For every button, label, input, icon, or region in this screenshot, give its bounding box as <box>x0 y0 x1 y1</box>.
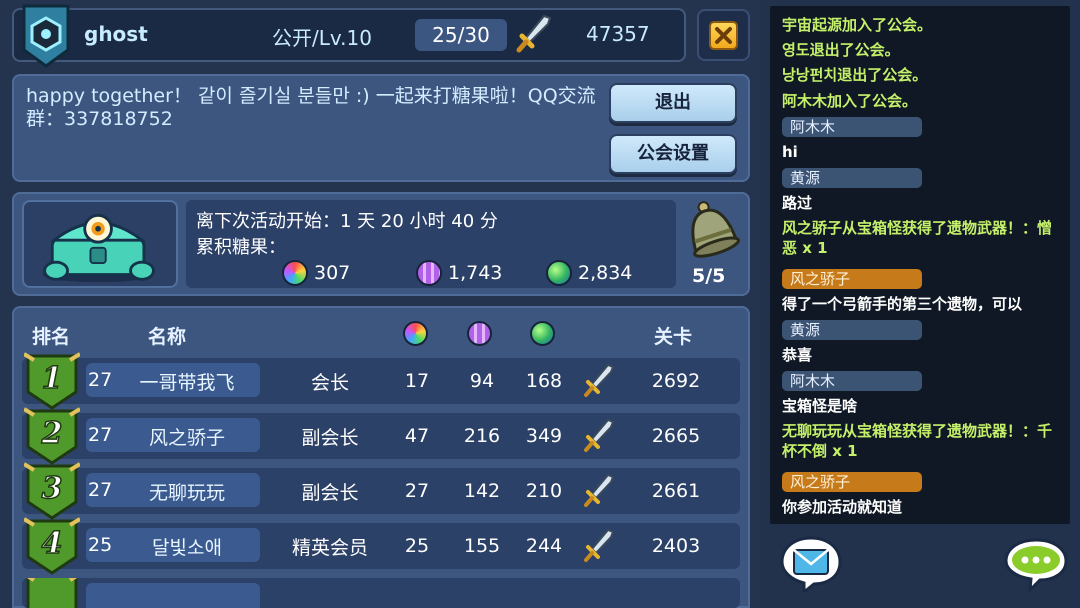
rank-badge-icon <box>26 578 78 608</box>
sword-icon <box>584 418 615 452</box>
chat-message: hi <box>782 143 798 161</box>
green-candy-count: 349 <box>525 425 563 447</box>
chat-sender-name[interactable]: 阿木木 <box>782 371 922 391</box>
sword-icon <box>584 473 615 507</box>
guild-emblem-icon[interactable] <box>20 4 72 68</box>
ranking-row[interactable] <box>22 578 740 608</box>
green-candy-value: 2,834 <box>578 262 633 284</box>
rainbow-candy-icon <box>403 321 428 346</box>
rank-badge-number: 3 <box>42 471 63 506</box>
rank-badge-icon: 4 <box>24 517 80 575</box>
member-stage: 2665 <box>651 425 701 447</box>
purple-candy-count: 216 <box>463 425 501 447</box>
member-name: 无聊玩玩 <box>148 482 225 504</box>
chest-mascot <box>22 200 178 288</box>
rainbow-candy-count: 47 <box>404 425 430 447</box>
ranking-row[interactable]: 4 25 달빛소애 精英会员 25 155 244 2403 <box>22 517 740 575</box>
green-candy-count: 168 <box>525 370 563 392</box>
chat-message: 路过 <box>782 194 813 212</box>
rank-badge-icon: 1 <box>24 352 80 410</box>
chat-message: 得了一个弓箭手的第三个遗物，可以 <box>782 295 1023 313</box>
mail-icon[interactable] <box>780 536 842 592</box>
candy-total-label: 累积糖果： <box>196 237 286 258</box>
green-candy-icon <box>530 321 555 346</box>
rank-badge-icon: 3 <box>24 462 80 520</box>
bell-count: 5/5 <box>692 265 726 287</box>
member-name: 一哥带我飞 <box>139 372 235 394</box>
ranking-row[interactable]: 3 27 无聊玩玩 副会长 27 142 210 2661 <box>22 462 740 520</box>
rainbow-candy-count: 27 <box>404 480 430 502</box>
green-candy-total: 2,834 <box>546 258 632 288</box>
chat-message: 你参加活动就知道 <box>782 498 903 516</box>
rainbow-candy-count: 17 <box>404 370 430 392</box>
quit-guild-button[interactable]: 退出 <box>609 83 737 123</box>
member-role: 副会长 <box>301 482 359 504</box>
guild-notice-text: happy together！ 같이 즐기실 분들만 :) 一起来打糖果啦！QQ… <box>26 85 596 130</box>
purple-candy-value: 1,743 <box>448 262 503 284</box>
sword-icon <box>584 363 615 397</box>
member-stage: 2661 <box>651 480 701 502</box>
rainbow-candy-count: 25 <box>404 535 430 557</box>
ranking-row[interactable]: 2 27 风之骄子 副会长 47 216 349 2665 <box>22 407 740 465</box>
sword-icon <box>584 528 615 562</box>
sword-icon <box>516 14 552 53</box>
purple-candy-total: 1,743 <box>416 258 502 288</box>
chat-system-message: 영도退出了公会。 <box>782 41 900 59</box>
header-stage: 关卡 <box>654 326 693 348</box>
member-stage: 2403 <box>651 535 701 557</box>
member-name: 달빛소애 <box>152 537 222 559</box>
chat-sender-name[interactable]: 风之骄子 <box>782 472 922 492</box>
member-stage: 2692 <box>651 370 701 392</box>
chat-bubble-icon[interactable] <box>1004 538 1068 592</box>
header-rank: 排名 <box>32 326 71 348</box>
green-candy-count: 210 <box>525 480 563 502</box>
rainbow-candy-total: 307 <box>282 258 350 288</box>
rank-badge-number: 1 <box>42 361 63 396</box>
rank-badge-icon: 2 <box>24 407 80 465</box>
rainbow-candy-value: 307 <box>314 262 351 284</box>
chat-system-message: 낭낭펀치退出了公会。 <box>782 66 928 84</box>
close-button[interactable] <box>697 9 750 61</box>
chat-system-message: 阿木木加入了公会。 <box>782 92 918 110</box>
guild-power: 47357 <box>586 22 650 46</box>
event-countdown: 离下次活动开始：1 天 20 小时 40 分 <box>196 211 498 232</box>
member-role: 会长 <box>310 372 349 394</box>
purple-candy-count: 142 <box>463 480 501 502</box>
member-name-pill <box>86 583 260 608</box>
rank-badge-number: 2 <box>41 416 63 451</box>
chat-sender-name[interactable]: 黄源 <box>782 168 922 188</box>
close-icon <box>709 21 738 50</box>
rainbow-candy-icon <box>282 260 308 286</box>
guild-visibility-level: 公开/Lv.10 <box>272 26 372 50</box>
header-name: 名称 <box>148 326 187 348</box>
chat-sender-name[interactable]: 阿木木 <box>782 117 922 137</box>
member-role: 精英会员 <box>291 537 368 559</box>
chat-system-message: 宇宙起源加入了公会。 <box>782 16 933 34</box>
member-role: 副会长 <box>301 427 359 449</box>
chest-monster-icon <box>42 213 155 283</box>
member-name: 风之骄子 <box>148 427 225 449</box>
ranking-row[interactable]: 1 27 一哥带我飞 会长 17 94 168 2692 <box>22 352 740 410</box>
member-count: 25/30 <box>415 19 507 51</box>
chat-message: 恭喜 <box>782 346 813 364</box>
chat-sender-name[interactable]: 风之骄子 <box>782 269 922 289</box>
green-candy-icon <box>546 260 572 286</box>
bell-icon[interactable] <box>680 196 742 260</box>
purple-candy-count: 155 <box>463 535 501 557</box>
rank-badge-number: 4 <box>42 526 63 561</box>
chat-sender-name[interactable]: 黄源 <box>782 320 922 340</box>
purple-candy-count: 94 <box>469 370 495 392</box>
green-candy-count: 244 <box>525 535 563 557</box>
chat-system-message: 风之骄子从宝箱怪获得了遗物武器！：憎恶 x 1 <box>782 219 1053 257</box>
chat-message: 宝箱怪是啥 <box>782 397 858 415</box>
purple-candy-icon <box>416 260 442 286</box>
chat-system-message: 无聊玩玩从宝箱怪获得了遗物武器！：千杯不倒 x 1 <box>782 422 1053 460</box>
purple-candy-icon <box>467 321 492 346</box>
guild-name: ghost <box>84 22 148 46</box>
guild-settings-button[interactable]: 公会设置 <box>609 134 737 174</box>
